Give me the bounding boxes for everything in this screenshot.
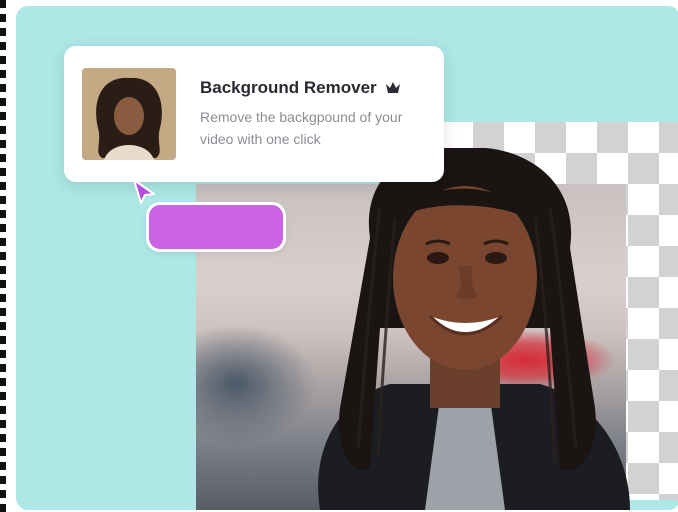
try-feature-button[interactable] — [146, 202, 286, 252]
dashed-border — [0, 0, 6, 512]
feature-card[interactable]: Background Remover Remove the backgpound… — [64, 46, 444, 182]
feature-description: Remove the backgpound of your video with… — [200, 109, 403, 147]
feature-thumbnail-image — [82, 68, 176, 160]
feature-title: Background Remover — [200, 78, 377, 97]
cursor-arrow-icon — [133, 179, 155, 204]
crown-icon — [385, 82, 400, 93]
person-cutout-image — [318, 148, 630, 510]
